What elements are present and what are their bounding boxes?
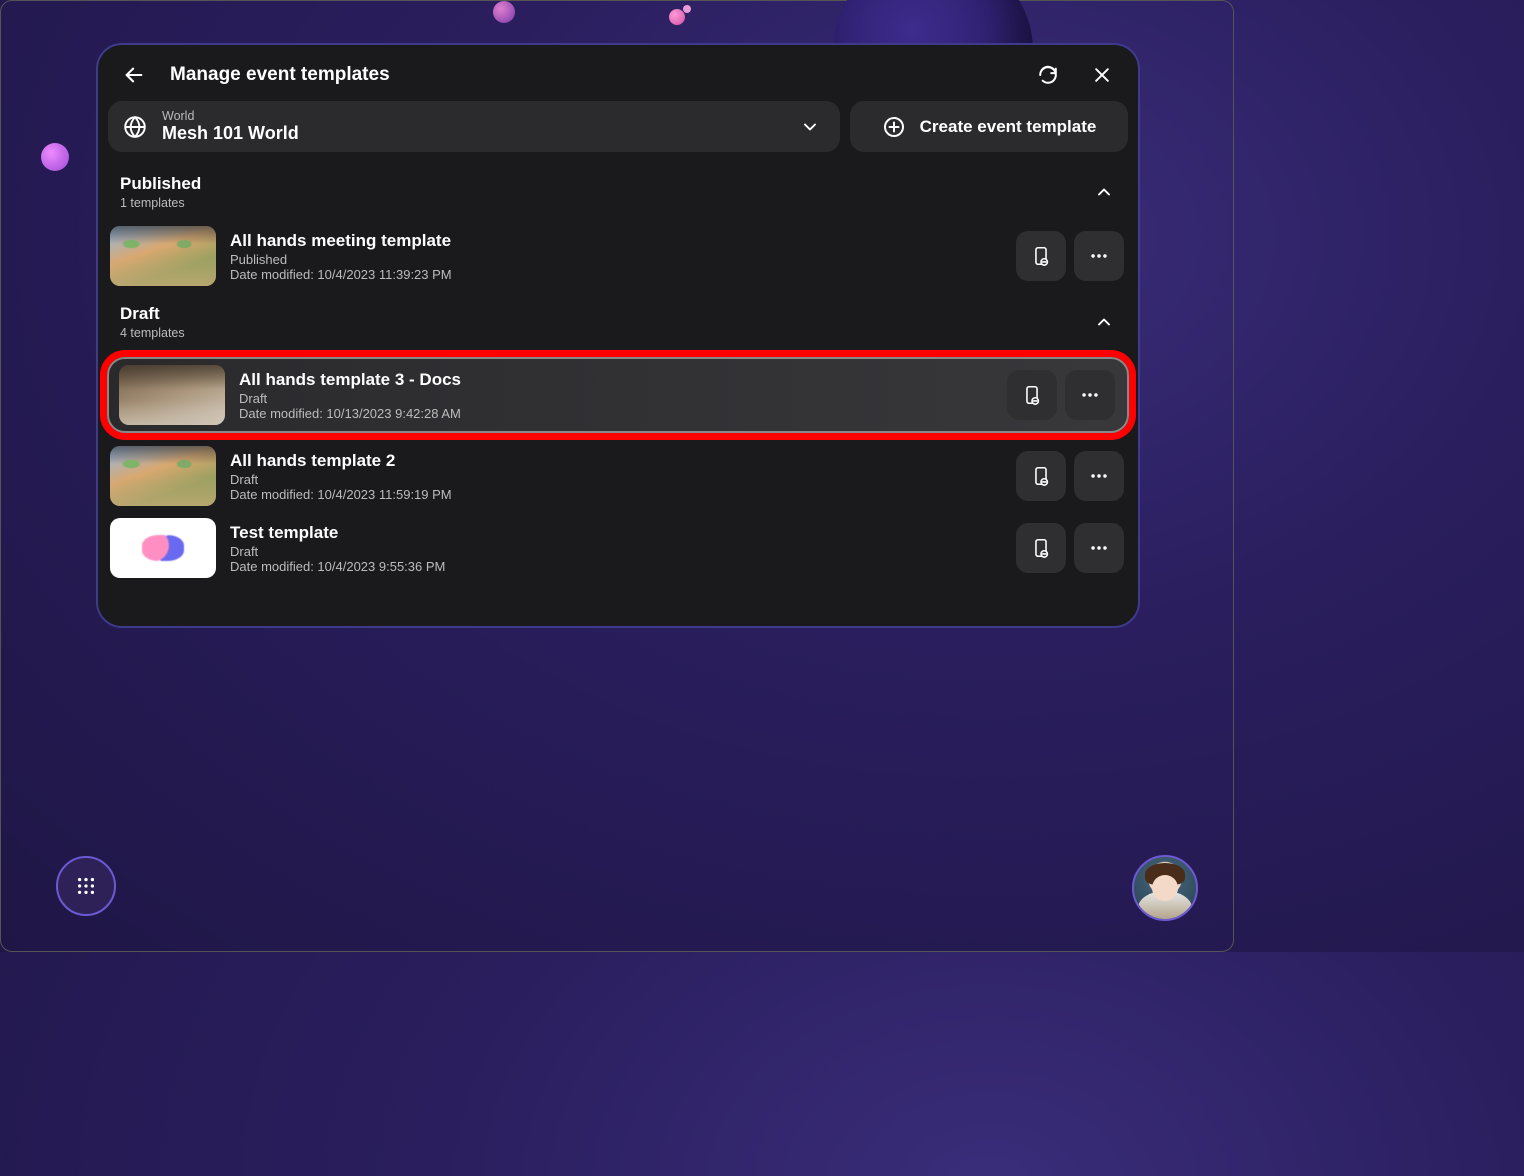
bg-orb — [669, 9, 685, 25]
back-button[interactable] — [116, 57, 152, 93]
chevron-up-icon — [1094, 182, 1114, 202]
device-button[interactable] — [1016, 523, 1066, 573]
template-actions — [1016, 451, 1124, 501]
bg-orb — [683, 5, 691, 13]
template-date: Date modified: 10/4/2023 11:59:19 PM — [230, 487, 1002, 502]
template-row[interactable]: All hands template 2DraftDate modified: … — [100, 440, 1136, 512]
section-title: Draft — [120, 304, 1094, 324]
template-date: Date modified: 10/4/2023 9:55:36 PM — [230, 559, 1002, 574]
avatar-button[interactable] — [1132, 855, 1198, 921]
template-actions — [1007, 370, 1115, 420]
panel-header: Manage event templates — [98, 45, 1138, 101]
device-icon — [1030, 245, 1052, 267]
template-status: Draft — [239, 391, 993, 406]
close-button[interactable] — [1084, 57, 1120, 93]
section-subtitle: 1 templates — [120, 196, 1094, 210]
create-template-label: Create event template — [920, 117, 1097, 137]
template-name: All hands template 2 — [230, 451, 1002, 471]
template-name: Test template — [230, 523, 1002, 543]
template-date: Date modified: 10/13/2023 9:42:28 AM — [239, 406, 993, 421]
menu-button[interactable] — [56, 856, 116, 916]
grid-icon — [75, 875, 97, 897]
template-status: Draft — [230, 544, 1002, 559]
template-info: Test templateDraftDate modified: 10/4/20… — [230, 523, 1002, 574]
template-date: Date modified: 10/4/2023 11:39:23 PM — [230, 267, 1002, 282]
world-name: Mesh 101 World — [162, 123, 299, 144]
refresh-icon — [1037, 64, 1059, 86]
device-icon — [1030, 537, 1052, 559]
template-info: All hands meeting templatePublishedDate … — [230, 231, 1002, 282]
panel-title: Manage event templates — [170, 64, 1012, 86]
template-name: All hands template 3 - Docs — [239, 370, 993, 390]
chevron-down-icon — [800, 117, 820, 137]
device-button[interactable] — [1016, 231, 1066, 281]
more-button[interactable] — [1065, 370, 1115, 420]
template-thumbnail — [119, 365, 225, 425]
collapse-toggle[interactable] — [1094, 182, 1114, 202]
section-subtitle: 4 templates — [120, 326, 1094, 340]
template-status: Draft — [230, 472, 1002, 487]
globe-icon — [122, 114, 148, 140]
close-icon — [1092, 65, 1112, 85]
template-name: All hands meeting template — [230, 231, 1002, 251]
template-thumbnail — [110, 226, 216, 286]
more-button[interactable] — [1074, 523, 1124, 573]
world-label: World — [162, 109, 299, 123]
section-header[interactable]: Draft 4 templates — [98, 292, 1138, 350]
template-list: Published 1 templates All hands meeting te… — [98, 162, 1138, 626]
create-template-button[interactable]: Create event template — [850, 101, 1128, 152]
plus-circle-icon — [882, 115, 906, 139]
more-icon — [1088, 537, 1110, 559]
template-row[interactable]: Test templateDraftDate modified: 10/4/20… — [100, 512, 1136, 584]
more-button[interactable] — [1074, 451, 1124, 501]
device-icon — [1021, 384, 1043, 406]
template-info: All hands template 3 - DocsDraftDate mod… — [239, 370, 993, 421]
more-icon — [1088, 465, 1110, 487]
refresh-button[interactable] — [1030, 57, 1066, 93]
mesh-logo — [142, 535, 184, 561]
collapse-toggle[interactable] — [1094, 312, 1114, 332]
template-info: All hands template 2DraftDate modified: … — [230, 451, 1002, 502]
arrow-left-icon — [123, 64, 145, 86]
bg-orb — [493, 1, 515, 23]
bg-orb — [41, 143, 69, 171]
template-actions — [1016, 231, 1124, 281]
avatar-face — [1152, 875, 1178, 901]
template-actions — [1016, 523, 1124, 573]
section-header[interactable]: Published 1 templates — [98, 162, 1138, 220]
more-button[interactable] — [1074, 231, 1124, 281]
template-thumbnail — [110, 518, 216, 578]
template-row[interactable]: All hands template 3 - DocsDraftDate mod… — [107, 357, 1129, 433]
section-title: Published — [120, 174, 1094, 194]
template-row[interactable]: All hands meeting templatePublishedDate … — [100, 220, 1136, 292]
toolbar-row: World Mesh 101 World Create event templa… — [98, 101, 1138, 162]
chevron-up-icon — [1094, 312, 1114, 332]
template-status: Published — [230, 252, 1002, 267]
more-icon — [1079, 384, 1101, 406]
world-selector[interactable]: World Mesh 101 World — [108, 101, 840, 152]
more-icon — [1088, 245, 1110, 267]
template-thumbnail — [110, 446, 216, 506]
device-button[interactable] — [1007, 370, 1057, 420]
device-icon — [1030, 465, 1052, 487]
device-button[interactable] — [1016, 451, 1066, 501]
manage-templates-panel: Manage event templates World Mesh 101 Wo… — [96, 43, 1140, 628]
